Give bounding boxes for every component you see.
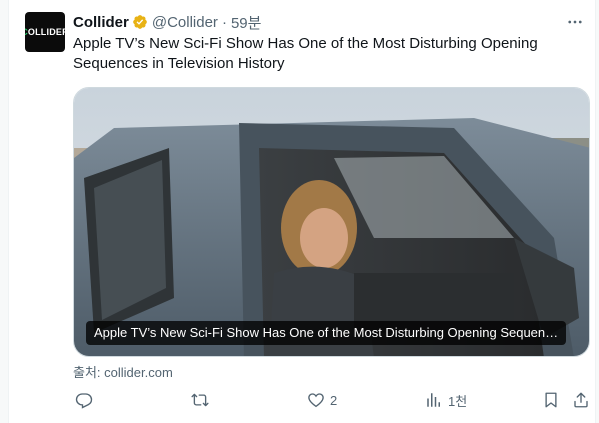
avatar-logo-text: COLLIDER	[25, 27, 65, 37]
reply-icon	[75, 393, 93, 409]
bookmark-icon	[545, 392, 557, 408]
tweet-header: Collider @Collider · 59분	[73, 12, 261, 32]
avatar[interactable]: COLLIDER	[25, 12, 65, 52]
retweet-icon	[191, 393, 209, 407]
separator-dot: ·	[221, 13, 227, 31]
tweet-text: Apple TV’s New Sci-Fi Show Has One of th…	[73, 35, 538, 72]
views-count: 1천	[448, 393, 468, 409]
link-card[interactable]: Apple TV’s New Sci-Fi Show Has One of th…	[73, 87, 590, 357]
like-count: 2	[330, 392, 338, 408]
card-caption: Apple TV’s New Sci-Fi Show Has One of th…	[86, 321, 567, 345]
more-options-button[interactable]	[565, 12, 585, 32]
share-icon	[574, 392, 588, 408]
user-handle[interactable]: @Collider	[152, 14, 218, 31]
share-button[interactable]	[572, 390, 590, 410]
more-icon	[568, 20, 582, 24]
reply-button[interactable]	[75, 390, 93, 410]
timestamp[interactable]: 59분	[231, 12, 262, 33]
like-button[interactable]: 2	[307, 390, 337, 410]
retweet-button[interactable]	[191, 390, 209, 410]
display-name[interactable]: Collider	[73, 14, 129, 31]
verified-badge-icon[interactable]	[132, 14, 148, 30]
card-source-link[interactable]: 출처: collider.com	[73, 362, 173, 381]
views-button[interactable]: 1천	[425, 390, 467, 410]
card-image	[74, 88, 589, 356]
bookmark-button[interactable]	[542, 390, 560, 410]
heart-icon	[308, 393, 324, 408]
views-icon	[427, 393, 440, 407]
tweet-article[interactable]: COLLIDER Collider @Collider · 59분 Apple …	[8, 0, 596, 423]
action-bar: 2 1천	[73, 390, 590, 410]
